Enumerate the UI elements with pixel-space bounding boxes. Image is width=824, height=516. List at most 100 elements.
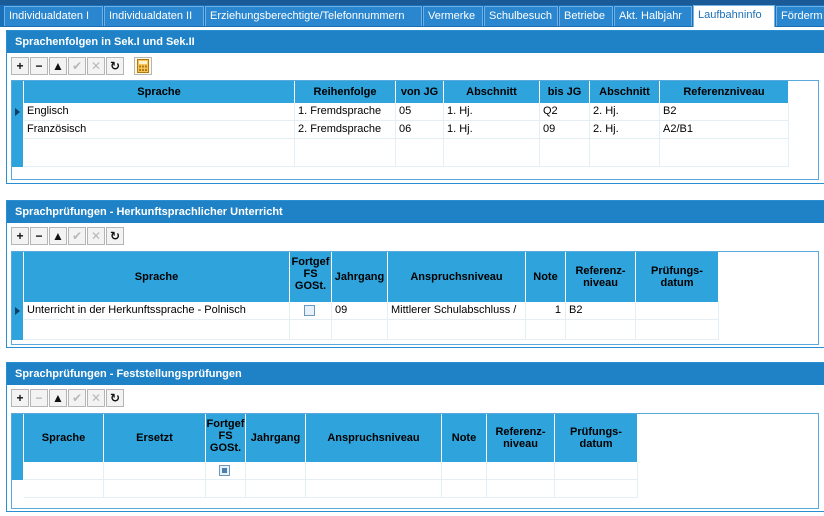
refresh-icon[interactable]: ↻ — [106, 57, 124, 75]
col-pruefungsdatum[interactable]: Prüfungs-datum — [555, 414, 638, 462]
refresh-icon[interactable]: ↻ — [106, 227, 124, 245]
tab-foerderm[interactable]: Förderm — [776, 6, 824, 26]
tab-akt-halbjahr[interactable]: Akt. Halbjahr — [614, 6, 692, 26]
empty-new-row-cell[interactable] — [332, 320, 388, 340]
table-cell[interactable]: 2. Fremdsprache — [295, 121, 396, 139]
table-cell[interactable]: Mittlerer Schulabschluss / — [388, 302, 526, 320]
empty-row-cell[interactable] — [555, 480, 638, 498]
empty-new-row-cell[interactable] — [540, 139, 590, 167]
col-jahrgang[interactable]: Jahrgang — [332, 252, 388, 302]
empty-row-cell[interactable] — [442, 480, 487, 498]
tab-erziehungsberechtigte[interactable]: Erziehungsberechtigte/Telefonnummern — [205, 6, 422, 26]
col-von-jg[interactable]: von JG — [396, 81, 444, 103]
col-referenzniveau[interactable]: Referenz-niveau — [487, 414, 555, 462]
table-cell[interactable]: 1. Hj. — [444, 103, 540, 121]
col-pruefungsdatum[interactable]: Prüfungs-datum — [636, 252, 719, 302]
empty-new-row-cell[interactable] — [388, 320, 526, 340]
empty-new-row-cell[interactable] — [636, 320, 719, 340]
table-cell[interactable]: Französisch — [24, 121, 295, 139]
col-note[interactable]: Note — [442, 414, 487, 462]
table-cell[interactable]: B2 — [566, 302, 636, 320]
col-referenzniveau[interactable]: Referenz-niveau — [566, 252, 636, 302]
empty-new-row-cell[interactable] — [24, 462, 104, 480]
table-cell[interactable] — [636, 302, 719, 320]
add-icon[interactable]: + — [11, 389, 29, 407]
col-sprache[interactable]: Sprache — [24, 252, 290, 302]
empty-new-row-cell[interactable] — [526, 320, 566, 340]
empty-new-row-cell[interactable] — [555, 462, 638, 480]
col-fortgef-fs-gost[interactable]: Fortgef FS GOSt. — [206, 414, 246, 462]
col-fortgef-fs-gost[interactable]: Fortgef FS GOSt. — [290, 252, 332, 302]
fortgef-checkbox-cell[interactable] — [206, 462, 246, 480]
col-anspruchsniveau[interactable]: Anspruchsniveau — [306, 414, 442, 462]
col-abschnitt-bis[interactable]: Abschnitt — [590, 81, 660, 103]
empty-new-row-cell[interactable] — [306, 462, 442, 480]
move-up-icon[interactable]: ▲ — [49, 57, 67, 75]
col-bis-jg[interactable]: bis JG — [540, 81, 590, 103]
col-note[interactable]: Note — [526, 252, 566, 302]
col-anspruchsniveau[interactable]: Anspruchsniveau — [388, 252, 526, 302]
cancel-icon[interactable]: ✕ — [87, 227, 105, 245]
empty-new-row-cell[interactable] — [442, 462, 487, 480]
table-cell[interactable]: 2. Hj. — [590, 121, 660, 139]
confirm-icon[interactable]: ✔ — [68, 227, 86, 245]
table-cell[interactable]: Q2 — [540, 103, 590, 121]
empty-new-row-cell[interactable] — [104, 462, 206, 480]
empty-row-cell[interactable] — [487, 480, 555, 498]
table-cell[interactable]: 09 — [332, 302, 388, 320]
table-cell[interactable]: 09 — [540, 121, 590, 139]
empty-row-cell[interactable] — [104, 480, 206, 498]
col-jahrgang[interactable]: Jahrgang — [246, 414, 306, 462]
remove-icon[interactable]: − — [30, 389, 48, 407]
empty-new-row-cell[interactable] — [24, 139, 295, 167]
col-sprache[interactable]: Sprache — [24, 81, 295, 103]
tab-vermerke[interactable]: Vermerke — [423, 6, 483, 26]
col-reihenfolge[interactable]: Reihenfolge — [295, 81, 396, 103]
table-cell[interactable]: 06 — [396, 121, 444, 139]
col-ersetzt[interactable]: Ersetzt — [104, 414, 206, 462]
tab-individualdaten-1[interactable]: Individualdaten I — [4, 6, 103, 26]
empty-row-cell[interactable] — [306, 480, 442, 498]
empty-new-row-cell[interactable] — [444, 139, 540, 167]
empty-row-cell[interactable] — [24, 480, 104, 498]
empty-row-cell[interactable] — [246, 480, 306, 498]
confirm-icon[interactable]: ✔ — [68, 57, 86, 75]
fortgef-checkbox-cell[interactable] — [290, 302, 332, 320]
cancel-icon[interactable]: ✕ — [87, 389, 105, 407]
confirm-icon[interactable]: ✔ — [68, 389, 86, 407]
empty-new-row-cell[interactable] — [566, 320, 636, 340]
empty-new-row-cell[interactable] — [660, 139, 789, 167]
table-cell[interactable]: 1. Hj. — [444, 121, 540, 139]
col-abschnitt-von[interactable]: Abschnitt — [444, 81, 540, 103]
refresh-icon[interactable]: ↻ — [106, 389, 124, 407]
col-referenzniveau[interactable]: Referenzniveau — [660, 81, 789, 103]
table-cell[interactable]: 05 — [396, 103, 444, 121]
empty-new-row-cell[interactable] — [590, 139, 660, 167]
table-cell[interactable]: B2 — [660, 103, 789, 121]
remove-icon[interactable]: − — [30, 227, 48, 245]
add-icon[interactable]: + — [11, 57, 29, 75]
table-cell[interactable]: Unterricht in der Herkunftssprache - Pol… — [24, 302, 290, 320]
fortgef-checkbox[interactable] — [304, 305, 315, 316]
empty-new-row-cell[interactable] — [295, 139, 396, 167]
table-cell[interactable]: A2/B1 — [660, 121, 789, 139]
fortgef-checkbox[interactable] — [219, 465, 230, 476]
table-cell[interactable]: 1 — [526, 302, 566, 320]
empty-new-row-cell[interactable] — [290, 320, 332, 340]
empty-row-cell[interactable] — [206, 480, 246, 498]
add-icon[interactable]: + — [11, 227, 29, 245]
tab-individualdaten-2[interactable]: Individualdaten II — [104, 6, 204, 26]
table-cell[interactable]: Englisch — [24, 103, 295, 121]
empty-new-row-cell[interactable] — [24, 320, 290, 340]
move-up-icon[interactable]: ▲ — [49, 389, 67, 407]
move-up-icon[interactable]: ▲ — [49, 227, 67, 245]
tab-laufbahninfo[interactable]: Laufbahninfo — [693, 5, 775, 27]
calculator-icon[interactable] — [134, 57, 152, 75]
remove-icon[interactable]: − — [30, 57, 48, 75]
col-sprache[interactable]: Sprache — [24, 414, 104, 462]
empty-new-row-cell[interactable] — [246, 462, 306, 480]
table-cell[interactable]: 2. Hj. — [590, 103, 660, 121]
empty-new-row-cell[interactable] — [396, 139, 444, 167]
tab-betriebe[interactable]: Betriebe — [559, 6, 613, 26]
tab-schulbesuch[interactable]: Schulbesuch — [484, 6, 558, 26]
